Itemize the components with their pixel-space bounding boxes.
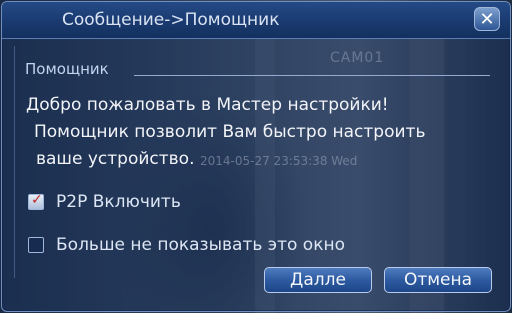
group-divider: [134, 75, 490, 76]
wizard-dialog: Сообщение->Помощник ✕ Помощник Добро пож…: [1, 1, 511, 312]
checkmark-icon: ✓: [31, 192, 43, 208]
dont-show-again-option[interactable]: Больше не показывать это окно: [28, 235, 345, 255]
message-line: Помощник позволит Вам быстро настроить: [34, 122, 426, 142]
welcome-message: Добро пожаловать в Мастер настройки! Пом…: [26, 92, 425, 173]
group-frame-line: [14, 46, 15, 278]
group-title: Помощник: [25, 60, 109, 78]
message-line: Добро пожаловать в Мастер настройки!: [26, 95, 389, 115]
dont-show-again-checkbox[interactable]: [28, 237, 44, 253]
window-title: Сообщение->Помощник: [62, 10, 280, 30]
p2p-enable-option[interactable]: ✓ P2P Включить: [28, 192, 181, 212]
close-button[interactable]: ✕: [474, 7, 500, 31]
dont-show-again-label[interactable]: Больше не показывать это окно: [56, 235, 345, 255]
p2p-checkbox[interactable]: ✓: [28, 192, 44, 210]
message-line: ваше устройство.: [36, 149, 195, 169]
next-button[interactable]: Далле: [264, 267, 372, 293]
cancel-button[interactable]: Отмена: [384, 267, 492, 293]
title-bar[interactable]: Сообщение->Помощник ✕: [2, 2, 510, 39]
close-icon: ✕: [479, 9, 495, 30]
p2p-checkbox-label[interactable]: P2P Включить: [56, 192, 181, 212]
